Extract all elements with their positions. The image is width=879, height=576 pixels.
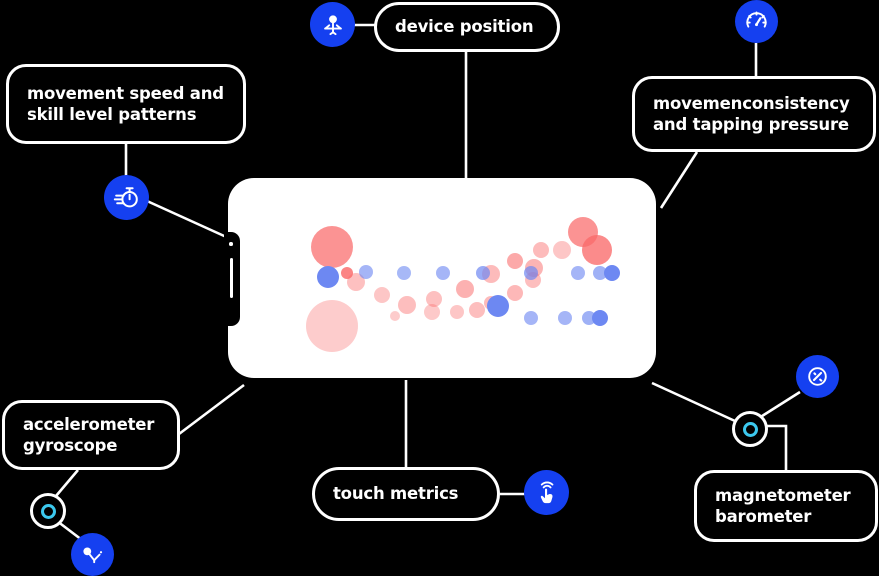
line-phone-to-right-node [651, 381, 736, 423]
line-accelerometer-to-node [55, 469, 79, 497]
scatter-bubble [476, 266, 490, 280]
label-movement-consistency-tapping-pressure[interactable]: movemenconsistency and tapping pressure [632, 76, 876, 152]
label-text: magnetometer barometer [715, 485, 851, 526]
sensor-node-core [40, 503, 56, 519]
scatter-bubble [390, 311, 400, 321]
label-device-position[interactable]: device position [374, 2, 560, 52]
scatter-bubble [450, 305, 464, 319]
scatter-bubble [374, 287, 390, 303]
location-pin-icon[interactable] [310, 2, 355, 47]
scatter-bubble [553, 241, 571, 259]
scatter-bubble [571, 266, 585, 280]
scatter-bubble [317, 266, 339, 288]
scatter-bubble [582, 235, 612, 265]
label-text: touch metrics [333, 484, 459, 504]
label-magnetometer-barometer[interactable]: magnetometer barometer [694, 470, 878, 542]
scatter-bubble [558, 311, 572, 325]
label-text: movemenconsistency and tapping pressure [653, 93, 850, 134]
compass-icon[interactable] [796, 355, 839, 398]
scatter-bubble [469, 302, 485, 318]
scatter-bubble [398, 296, 416, 314]
speedometer-icon[interactable] [735, 0, 778, 43]
phone-camera-icon [229, 242, 233, 246]
stopwatch-speed-icon[interactable] [104, 175, 149, 220]
scatter-bubble [456, 280, 474, 298]
scatter-bubble [604, 265, 620, 281]
label-touch-metrics[interactable]: touch metrics [312, 467, 500, 521]
scatter-bubble [592, 310, 608, 326]
scatter-bubble [436, 266, 450, 280]
tap-gesture-icon[interactable] [524, 470, 569, 515]
label-text: device position [395, 17, 534, 37]
line-phone-to-accelerometer [178, 383, 245, 436]
line-consistency-to-phone [659, 151, 699, 209]
line-stopwatch-to-phone [146, 199, 234, 242]
scatter-bubble [533, 242, 549, 258]
scatter-bubble [524, 311, 538, 325]
bubble-scatter-plot [228, 178, 656, 378]
smartphone-mockup [224, 178, 656, 378]
scatter-bubble [311, 226, 353, 268]
diagram-canvas: movement speed and skill level patterns … [0, 0, 879, 576]
label-text: movement speed and skill level patterns [27, 83, 224, 124]
scatter-bubble [397, 266, 411, 280]
sensor-node-icon-left[interactable] [30, 493, 66, 529]
scatter-bubble [524, 266, 538, 280]
sensor-node-icon-right[interactable] [732, 411, 768, 447]
scatter-bubble [487, 295, 509, 317]
scatter-bubble [306, 300, 358, 352]
sensor-node-core [742, 421, 758, 437]
scatter-bubble [359, 265, 373, 279]
label-text: accelerometer gyroscope [23, 414, 155, 455]
phone-speaker-icon [230, 258, 233, 298]
scatter-bubble [507, 285, 523, 301]
label-movement-speed-skill-level[interactable]: movement speed and skill level patterns [6, 64, 246, 144]
motion-axis-icon[interactable] [71, 533, 114, 576]
label-accelerometer-gyroscope[interactable]: accelerometer gyroscope [2, 400, 180, 470]
line-right-node-to-compass [758, 390, 801, 420]
scatter-bubble [507, 253, 523, 269]
scatter-bubble [424, 304, 440, 320]
